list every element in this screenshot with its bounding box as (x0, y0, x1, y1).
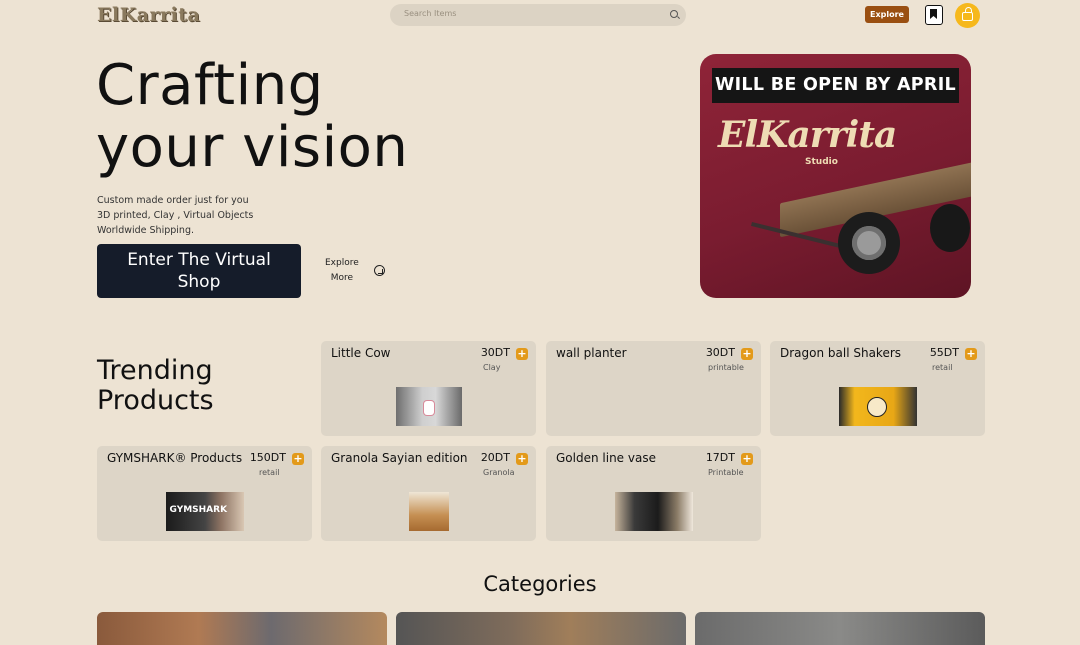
cart-button[interactable] (955, 3, 980, 28)
trailer-wheel-rear (930, 204, 970, 252)
hero-description-line: Worldwide Shipping. (97, 225, 194, 236)
product-card[interactable]: Granola Sayian edition 20DT + Granola (321, 446, 536, 541)
product-price: 30DT (705, 346, 735, 359)
cta-line1: Enter The Virtual (127, 250, 271, 270)
product-name: wall planter (556, 346, 627, 360)
bookmark-button[interactable] (925, 5, 943, 25)
trending-title-line1: Trending (97, 355, 213, 386)
arrow-right-circle-icon[interactable] (374, 265, 385, 276)
add-to-cart-plus-icon[interactable]: + (965, 348, 977, 360)
product-name: Little Cow (331, 346, 391, 360)
hero-description: Custom made order just for you 3D printe… (97, 193, 253, 238)
enter-virtual-shop-button[interactable]: Enter The Virtual Shop (97, 244, 301, 298)
search-icon[interactable] (670, 10, 678, 18)
product-image (395, 387, 462, 426)
promo-banner: WILL BE OPEN BY APRIL (712, 68, 959, 103)
product-name: Dragon ball Shakers (780, 346, 902, 360)
explore-more-line2: More (330, 273, 354, 283)
trailer-wheel (838, 212, 900, 274)
product-name: Granola Sayian edition (331, 451, 468, 465)
product-category: retail (932, 363, 953, 372)
product-category: printable (708, 363, 744, 372)
category-tile[interactable] (695, 612, 985, 645)
category-tile[interactable] (396, 612, 686, 645)
add-to-cart-plus-icon[interactable]: + (516, 453, 528, 465)
product-price: 20DT (480, 451, 510, 464)
add-to-cart-plus-icon[interactable]: + (741, 348, 753, 360)
product-category: Printable (708, 468, 744, 477)
add-to-cart-plus-icon[interactable]: + (292, 453, 304, 465)
cta-line2: Shop (177, 272, 221, 292)
product-category: Granola (483, 468, 515, 477)
hero-title-line2: your vision (96, 115, 409, 180)
product-image (408, 492, 449, 531)
product-card[interactable]: Little Cow 30DT + Clay (321, 341, 536, 436)
trending-title-line2: Products (97, 385, 214, 416)
trending-title: Trending Products (97, 356, 214, 416)
product-image (838, 387, 917, 426)
explore-more-link[interactable]: Explore More (325, 256, 359, 286)
logo[interactable]: ElKarrita (97, 4, 200, 26)
product-category: retail (259, 468, 280, 477)
hero-description-line: 3D printed, Clay , Virtual Objects (97, 210, 254, 221)
hero-description-line: Custom made order just for you (97, 195, 249, 206)
add-to-cart-plus-icon[interactable]: + (741, 453, 753, 465)
product-card[interactable]: wall planter 30DT + printable (546, 341, 761, 436)
shopping-bag-icon (962, 7, 973, 21)
product-category: Clay (483, 363, 501, 372)
product-image (614, 492, 693, 531)
search-input[interactable]: Search Items (404, 9, 456, 18)
trailer-illustration (740, 160, 971, 284)
hero-title-line1: Crafting (96, 53, 324, 118)
explore-button[interactable]: Explore (865, 6, 909, 23)
add-to-cart-plus-icon[interactable]: + (516, 348, 528, 360)
product-name: Golden line vase (556, 451, 656, 465)
promo-image: WILL BE OPEN BY APRIL ElKarrita Studio (700, 54, 971, 298)
promo-subtitle: Studio (805, 157, 838, 167)
hero-title: Crafting your vision (96, 55, 408, 179)
bookmark-icon (930, 9, 937, 19)
product-card[interactable]: Golden line vase 17DT + Printable (546, 446, 761, 541)
product-name: GYMSHARK® Products (107, 451, 243, 465)
product-card[interactable]: Dragon ball Shakers 55DT + retail (770, 341, 985, 436)
categories-title: Categories (483, 572, 597, 596)
product-price: 55DT (929, 346, 959, 359)
promo-logo: ElKarrita (718, 114, 897, 156)
category-tile[interactable] (97, 612, 387, 645)
search-bar[interactable]: Search Items (390, 4, 686, 26)
product-price: 30DT (480, 346, 510, 359)
product-card[interactable]: GYMSHARK® Products 150DT + retail GYMSHA… (97, 446, 312, 541)
product-image: GYMSHARK (165, 492, 244, 531)
explore-more-line1: Explore (325, 258, 359, 268)
product-price: 17DT (705, 451, 735, 464)
product-image-text: GYMSHARK (169, 505, 228, 515)
product-price: 150DT (249, 451, 286, 464)
